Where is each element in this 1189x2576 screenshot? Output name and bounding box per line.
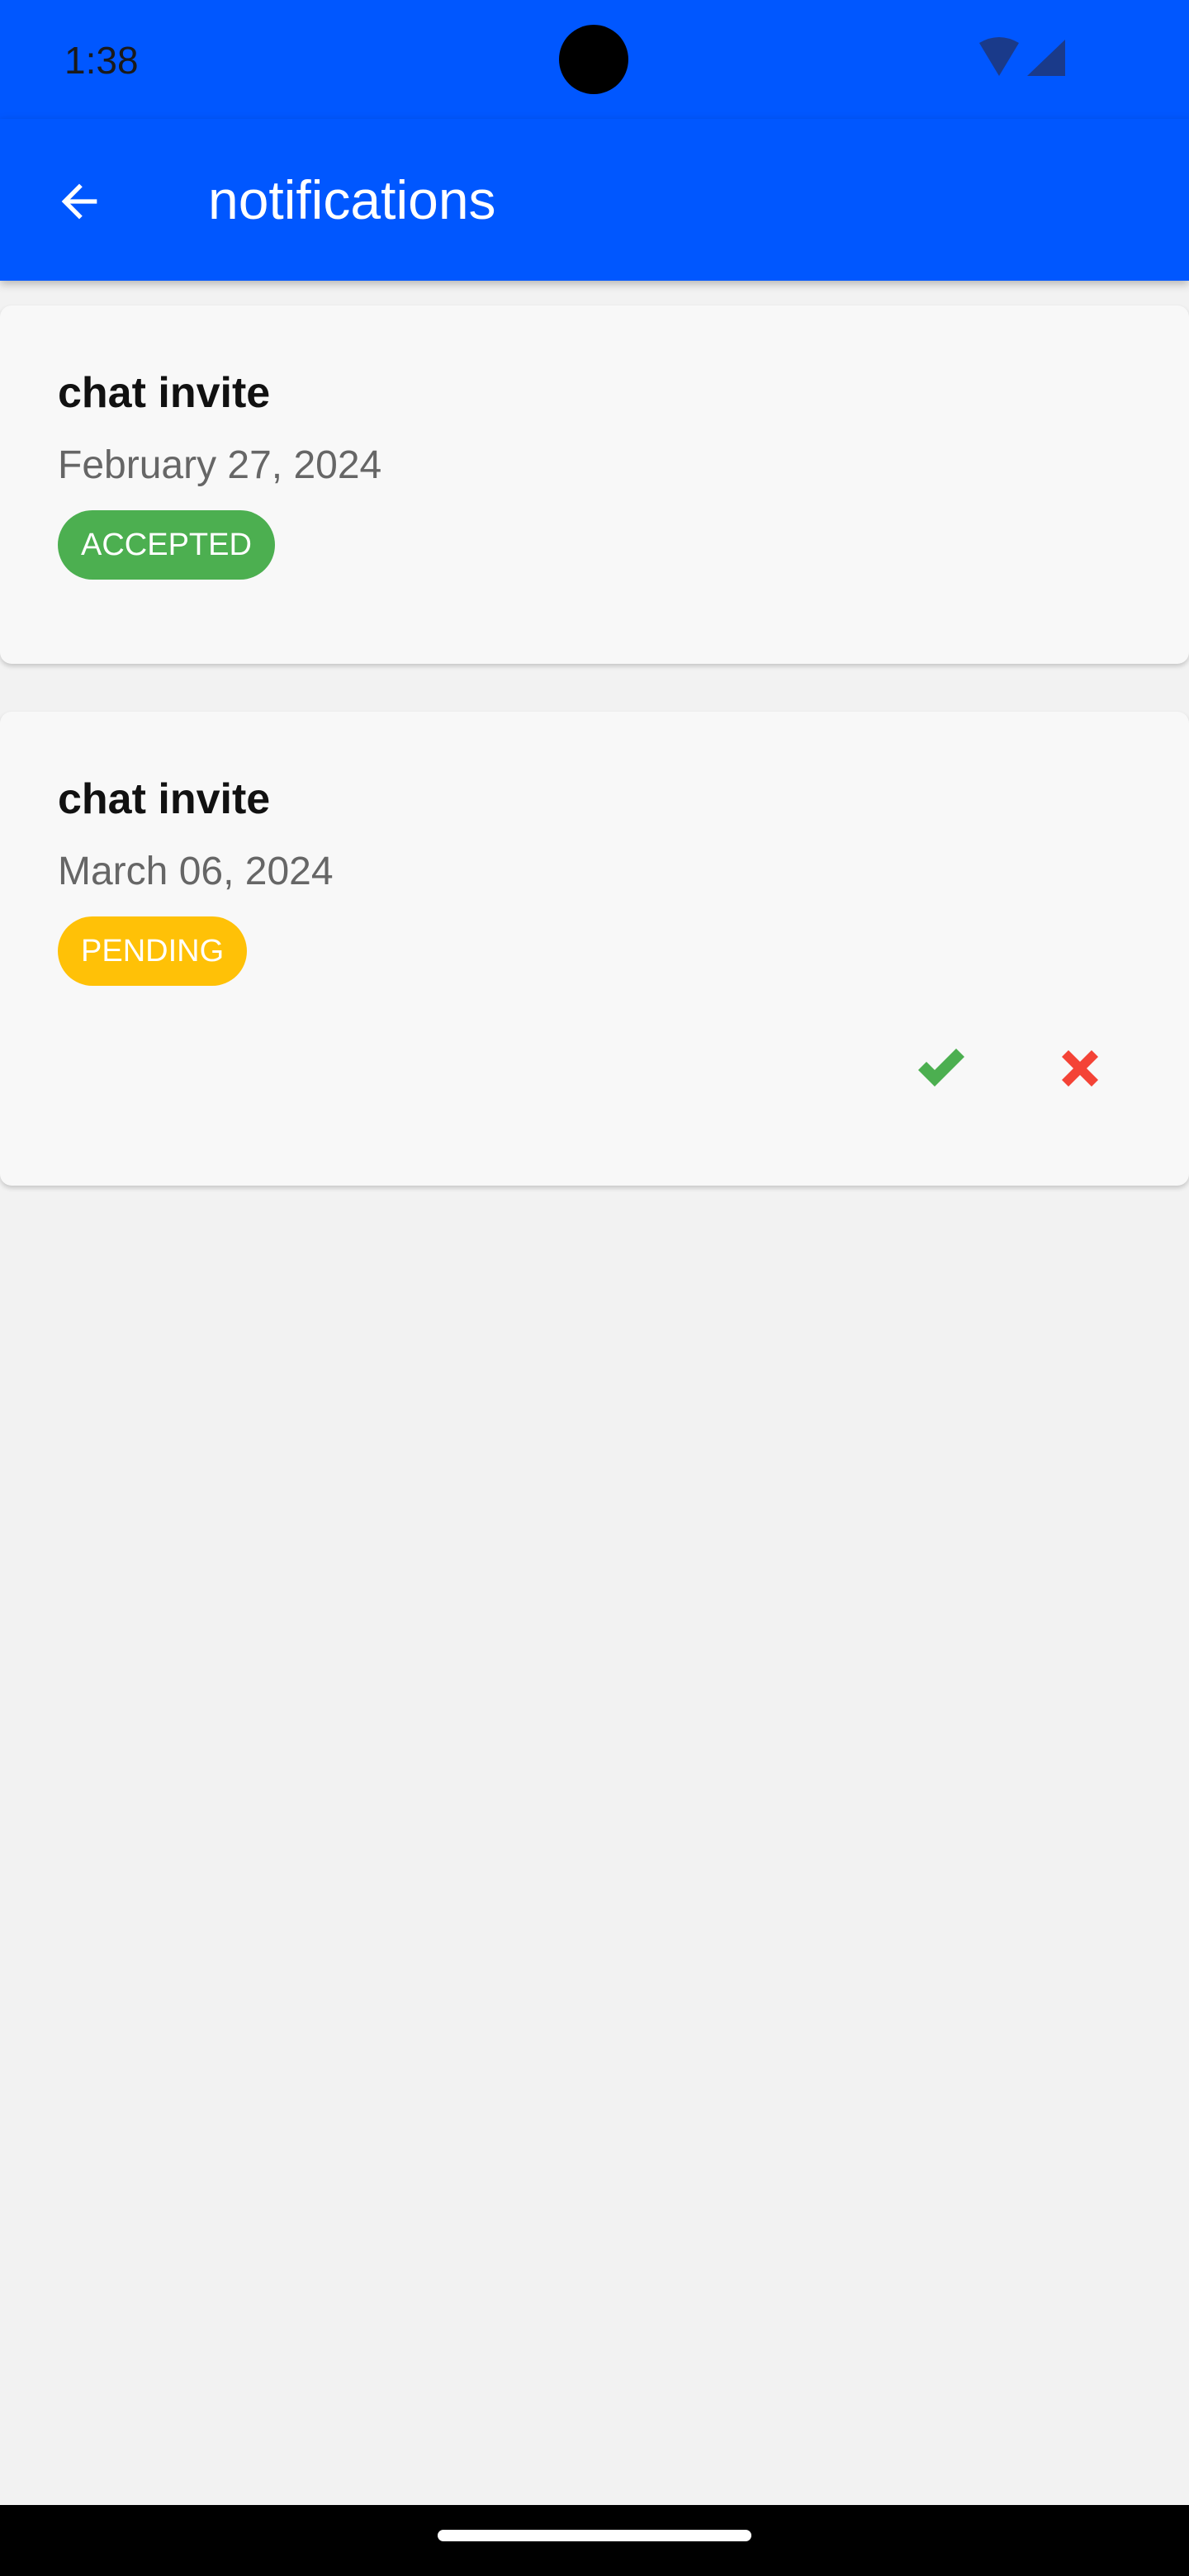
status-badge: ACCEPTED: [58, 510, 275, 580]
cell-signal-icon: [1027, 40, 1065, 76]
navigation-bar: [0, 2505, 1189, 2576]
wifi-icon: [979, 37, 1019, 76]
status-bar: 1:38: [0, 0, 1189, 119]
accept-button[interactable]: [908, 1035, 974, 1101]
check-icon: [918, 1049, 964, 1087]
notification-card[interactable]: chat invite March 06, 2024 PENDING: [0, 712, 1189, 1186]
notification-title: chat invite: [58, 369, 271, 417]
notification-date: February 27, 2024: [58, 443, 382, 487]
page-title: notifications: [208, 169, 496, 230]
camera-cutout: [559, 25, 628, 94]
close-icon: [1062, 1050, 1098, 1087]
app-bar: notifications: [0, 119, 1189, 281]
status-time: 1:38: [64, 39, 139, 82]
reject-button[interactable]: [1047, 1035, 1113, 1101]
status-badge: PENDING: [58, 916, 248, 986]
status-icons: [974, 36, 1073, 83]
notification-date: March 06, 2024: [58, 850, 334, 893]
back-button[interactable]: [40, 162, 119, 241]
home-indicator[interactable]: [438, 2530, 751, 2541]
arrow-left-icon: [61, 183, 97, 220]
notification-title: chat invite: [58, 775, 271, 823]
notification-card[interactable]: chat invite February 27, 2024 ACCEPTED: [0, 305, 1189, 664]
